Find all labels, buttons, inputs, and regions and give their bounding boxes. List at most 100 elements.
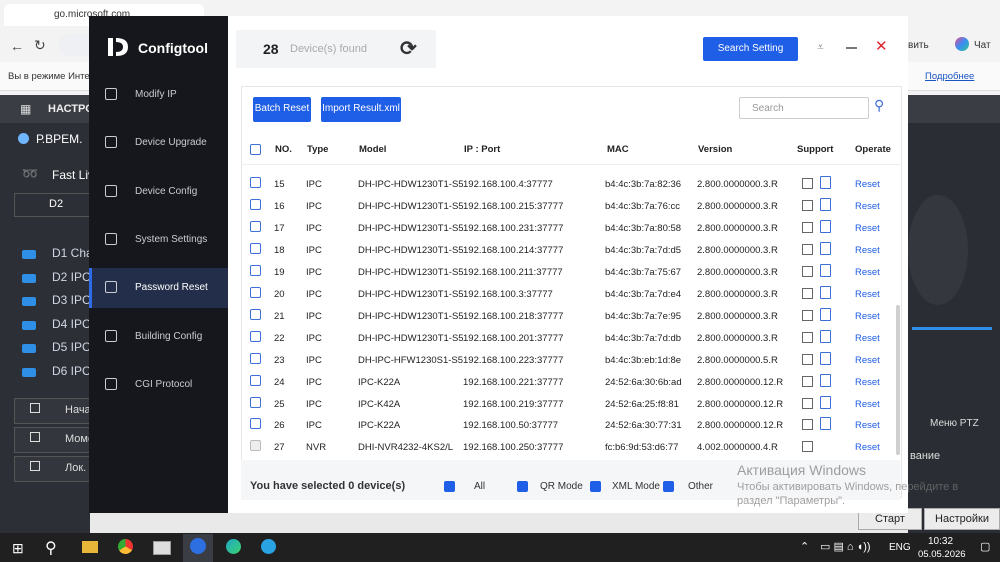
chat-label[interactable]: Чат [974,40,991,51]
ptz-dial[interactable] [908,195,968,305]
sidebar-item-password-reset[interactable]: Password Reset [89,268,228,309]
column-header[interactable]: Type [307,144,328,155]
row-checkbox[interactable] [250,396,261,408]
reset-link[interactable]: Reset [855,399,880,410]
bg-fast-label[interactable]: Fast Liv [52,168,94,182]
bg-action-button[interactable]: Моме [14,427,94,453]
refresh-icon[interactable]: ↻ [34,37,46,54]
chrome-icon[interactable] [118,539,133,554]
sidebar-item-modify-ip[interactable]: Modify IP [89,75,228,115]
table-row[interactable]: 19 IPC DH-IPC-HDW1230T1-S5 192.168.100.211:… [243,261,893,283]
sidebar-item-building-config[interactable]: Building Config [89,317,228,357]
reset-link[interactable]: Reset [855,201,880,212]
table-row[interactable]: 16 IPC DH-IPC-HDW1230T1-S5 192.168.100.215:… [243,195,893,217]
column-header[interactable]: MAC [607,144,629,155]
bg-device-select[interactable]: D2 [14,193,92,217]
search-icon[interactable]: ⚲ [874,97,884,114]
tray-icons[interactable]: ▭ ▤ ⌂ ◖)) [820,540,871,553]
table-row[interactable]: 18 IPC DH-IPC-HDW1230T1-S5 192.168.100.214:… [243,239,893,261]
filter-checkbox[interactable] [590,481,601,492]
app-window-icon[interactable] [153,541,171,555]
filter-checkbox[interactable] [663,481,674,492]
reset-link[interactable]: Reset [855,179,880,190]
column-header[interactable]: Version [698,144,732,155]
edge-icon[interactable] [226,539,241,554]
bg-channel-item[interactable]: D1 Cha [52,246,93,260]
reset-link[interactable]: Reset [855,223,880,234]
table-row[interactable]: 15 IPC DH-IPC-HDW1230T1-S5 192.168.100.4:37… [243,173,893,195]
select-all-checkbox[interactable] [250,144,261,155]
row-checkbox[interactable] [250,330,261,342]
reset-link[interactable]: Reset [855,311,880,322]
row-checkbox[interactable] [250,286,261,298]
ptz-slider[interactable] [912,327,992,330]
row-checkbox[interactable] [250,374,261,386]
bg-channel-item[interactable]: D4 IPC [52,317,91,331]
import-result-button[interactable]: Import Result.xml [321,97,401,122]
clock-time[interactable]: 10:32 [928,536,953,547]
row-checkbox[interactable] [250,264,261,276]
reset-link[interactable]: Reset [855,420,880,431]
search-setting-button[interactable]: Search Setting [703,37,798,61]
table-row[interactable]: 27 NVR DHI-NVR4232-4KS2/L 192.168.100.250:3… [243,436,893,458]
table-row[interactable]: 25 IPC IPC-K42A 192.168.100.219:37777 24:52:… [243,393,893,415]
telegram-icon[interactable] [261,539,276,554]
row-checkbox[interactable] [250,352,261,364]
column-header[interactable]: Support [797,144,833,155]
column-header[interactable]: NO. [275,144,292,155]
table-row[interactable]: 26 IPC IPC-K22A 192.168.100.50:37777 24:52:6… [243,414,893,436]
close-icon[interactable]: ✕ [875,37,888,55]
sidebar-item-cgi-protocol[interactable]: CGI Protocol [89,365,228,405]
table-row[interactable]: 24 IPC IPC-K22A 192.168.100.221:37777 24:52:… [243,371,893,393]
reset-link[interactable]: Reset [855,267,880,278]
taskbar-search-icon[interactable]: ⚲ [45,538,57,558]
row-checkbox[interactable] [250,242,261,254]
sidebar-item-device-upgrade[interactable]: Device Upgrade [89,123,228,163]
back-icon[interactable]: ← [10,38,24,54]
clock-date[interactable]: 05.05.2026 [918,549,966,560]
batch-reset-button[interactable]: Batch Reset [253,97,311,122]
info-link[interactable]: Подробнее [925,71,974,82]
reset-link[interactable]: Reset [855,442,880,453]
row-checkbox[interactable] [250,177,261,188]
bg-channel-item[interactable]: D2 IPC [52,270,91,284]
reset-link[interactable]: Reset [855,377,880,388]
bg-channel-item[interactable]: D3 IPC [52,293,91,307]
windows-start-icon[interactable]: ⊞ [12,540,24,557]
minimize-icon[interactable] [846,47,857,49]
table-row[interactable]: 17 IPC DH-IPC-HDW1230T1-S5 192.168.100.231:… [243,217,893,239]
copilot-icon[interactable] [955,37,969,51]
refresh-icon[interactable]: ⟳ [400,36,417,61]
language-indicator[interactable]: ENG [889,542,911,553]
bg-action-button[interactable]: Лок. [14,456,92,482]
reset-link[interactable]: Reset [855,289,880,300]
column-header[interactable]: Operate [855,144,891,155]
table-scrollbar[interactable] [896,305,900,455]
reset-link[interactable]: Reset [855,355,880,366]
notification-icon[interactable]: ▢ [980,540,990,553]
row-checkbox[interactable] [250,220,261,232]
column-header[interactable]: IP : Port [464,144,500,155]
ptz-menu-label[interactable]: Меню PTZ [930,418,979,429]
table-row[interactable]: 20 IPC DH-IPC-HDW1230T1-S5 192.168.100.3:37… [243,283,893,305]
row-checkbox[interactable] [250,308,261,320]
grid-icon[interactable]: ▦ [20,102,31,116]
table-row[interactable]: 22 IPC DH-IPC-HDW1230T1-S5 192.168.100.201:… [243,327,893,349]
bg-channel-item[interactable]: D5 IPC [52,340,91,354]
filter-checkbox[interactable] [444,481,455,492]
filter-checkbox[interactable] [517,481,528,492]
menu-down-icon[interactable]: ⩡ [817,40,824,55]
reset-link[interactable]: Reset [855,333,880,344]
bg-channel-item[interactable]: D6 IPC [52,364,91,378]
sidebar-item-system-settings[interactable]: System Settings [89,220,228,260]
settings-button[interactable]: Настройки [924,508,1000,530]
column-header[interactable]: Model [359,144,386,155]
file-explorer-icon[interactable] [82,541,98,553]
sidebar-item-device-config[interactable]: Device Config [89,172,228,212]
table-row[interactable]: 23 IPC DH-IPC-HFW1230S1-S5 192.168.100.223:… [243,349,893,371]
reset-link[interactable]: Reset [855,245,880,256]
row-checkbox[interactable] [250,198,261,210]
tray-chevron-icon[interactable]: ⌃ [800,540,809,553]
row-checkbox[interactable] [250,418,261,430]
bg-action-button[interactable]: Нача [14,398,92,424]
